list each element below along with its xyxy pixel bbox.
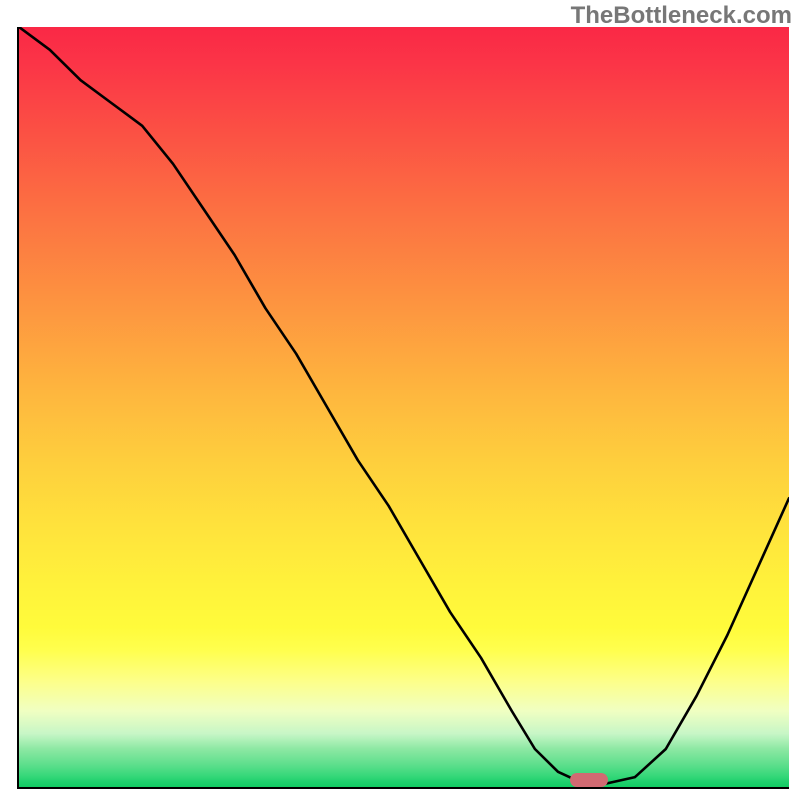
watermark-text: TheBottleneck.com (571, 2, 792, 30)
bottleneck-curve (19, 27, 789, 787)
chart-container: TheBottleneck.com (0, 0, 800, 800)
plot-area (17, 27, 789, 789)
optimal-marker (570, 773, 608, 787)
